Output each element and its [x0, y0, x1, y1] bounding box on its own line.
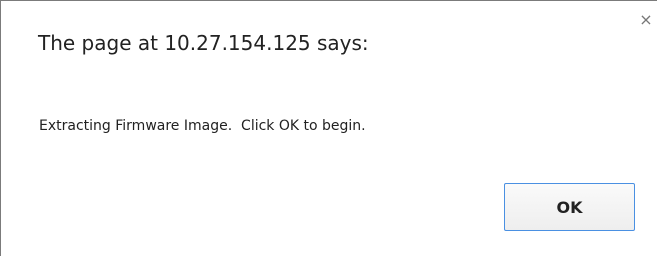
ok-button[interactable]: OK — [504, 183, 635, 231]
dialog-title: The page at 10.27.154.125 says: — [38, 31, 369, 55]
alert-dialog: × The page at 10.27.154.125 says: Extrac… — [0, 0, 657, 256]
dialog-message: Extracting Firmware Image. Click OK to b… — [39, 118, 366, 134]
close-icon[interactable]: × — [639, 12, 653, 28]
